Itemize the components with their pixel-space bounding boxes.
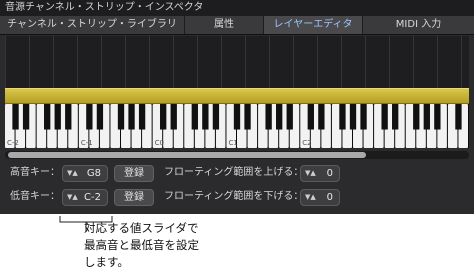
black-key[interactable] — [160, 104, 167, 130]
keyboard-scrollbar[interactable] — [5, 151, 469, 159]
black-key[interactable] — [349, 104, 357, 130]
black-key[interactable] — [360, 104, 367, 130]
high-key-slider[interactable]: ▼▲ G8 — [62, 165, 108, 182]
layer-grid-area[interactable] — [5, 36, 469, 88]
window-title: 音源チャンネル・ストリップ・インスペクタ — [0, 0, 474, 16]
float-up-label: フローティング範囲を上げる： — [164, 167, 304, 178]
black-key[interactable] — [276, 104, 283, 130]
black-key[interactable] — [138, 104, 146, 130]
tab-layer-editor[interactable]: レイヤーエディタ — [264, 16, 363, 34]
high-key-register-button[interactable]: 登録 — [114, 165, 154, 182]
low-key-label: 低音キー： — [10, 191, 60, 202]
float-down-label: フローティング範囲を下げる： — [164, 191, 304, 202]
black-key[interactable] — [455, 104, 462, 130]
stepper-arrows-icon[interactable]: ▼▲ — [67, 166, 78, 181]
black-key[interactable] — [381, 104, 388, 130]
float-down-slider[interactable]: ▼▲ 0 — [300, 189, 340, 206]
float-up-slider[interactable]: ▼▲ 0 — [300, 165, 340, 182]
tab-channel-strip-library[interactable]: チャンネル・ストリップ・ライブラリ — [0, 16, 185, 34]
black-key[interactable] — [244, 104, 251, 130]
stepper-arrows-icon[interactable]: ▼▲ — [67, 190, 78, 205]
black-key[interactable] — [265, 104, 272, 130]
low-key-register-button[interactable]: 登録 — [114, 189, 154, 206]
octave-label: C1 — [228, 139, 237, 147]
channel-strip-inspector: 音源チャンネル・ストリップ・インスペクタ チャンネル・ストリップ・ライブラリ 属… — [0, 0, 474, 214]
black-key[interactable] — [212, 104, 220, 130]
black-key[interactable] — [44, 104, 51, 130]
piano-keys-svg[interactable]: C-2 C-1 C0 C1 C2 — [5, 104, 469, 148]
black-key[interactable] — [423, 104, 430, 130]
piano-keyboard[interactable]: C-2 C-1 C0 C1 C2 — [5, 104, 469, 148]
octave-label: C2 — [302, 139, 311, 147]
high-key-label: 高音キー： — [10, 167, 60, 178]
black-key[interactable] — [307, 104, 314, 130]
black-key[interactable] — [12, 104, 19, 130]
float-down-value: 0 — [326, 192, 333, 203]
black-key[interactable] — [96, 104, 104, 130]
layer-range-bar[interactable] — [5, 88, 469, 104]
black-key[interactable] — [233, 104, 241, 130]
black-key[interactable] — [117, 104, 125, 130]
black-key[interactable] — [413, 104, 420, 130]
black-key[interactable] — [191, 104, 198, 130]
stepper-arrows-icon[interactable]: ▼▲ — [305, 190, 316, 205]
scrollbar-thumb[interactable] — [8, 152, 366, 158]
black-key[interactable] — [339, 104, 346, 130]
float-up-value: 0 — [326, 168, 333, 179]
black-key[interactable] — [86, 104, 93, 130]
callout-bracket-icon — [59, 216, 113, 232]
black-key[interactable] — [22, 104, 30, 130]
black-key[interactable] — [434, 104, 441, 130]
annotation-callout: 対応する値スライダで 最高音と最低音を設定 します。 — [0, 214, 474, 279]
black-key[interactable] — [392, 104, 399, 130]
stepper-arrows-icon[interactable]: ▼▲ — [305, 166, 316, 181]
black-key[interactable] — [286, 104, 293, 130]
octave-label: C-1 — [81, 139, 93, 147]
tab-midi-input[interactable]: MIDI 入力 — [363, 16, 474, 34]
black-key[interactable] — [54, 104, 61, 130]
black-key[interactable] — [318, 104, 325, 130]
tab-attributes[interactable]: 属性 — [185, 16, 264, 34]
low-key-value: C-2 — [84, 192, 101, 203]
octave-label: C-2 — [7, 139, 19, 147]
octave-label: C0 — [155, 139, 164, 147]
callout-text: 対応する値スライダで 最高音と最低音を設定 します。 — [84, 221, 199, 269]
black-key[interactable] — [170, 104, 177, 130]
black-key[interactable] — [65, 104, 72, 130]
black-key[interactable] — [202, 104, 209, 130]
low-key-slider[interactable]: ▼▲ C-2 — [62, 189, 108, 206]
black-key[interactable] — [128, 104, 135, 130]
tab-bar: チャンネル・ストリップ・ライブラリ 属性 レイヤーエディタ MIDI 入力 — [0, 16, 474, 35]
high-key-value: G8 — [86, 168, 101, 179]
